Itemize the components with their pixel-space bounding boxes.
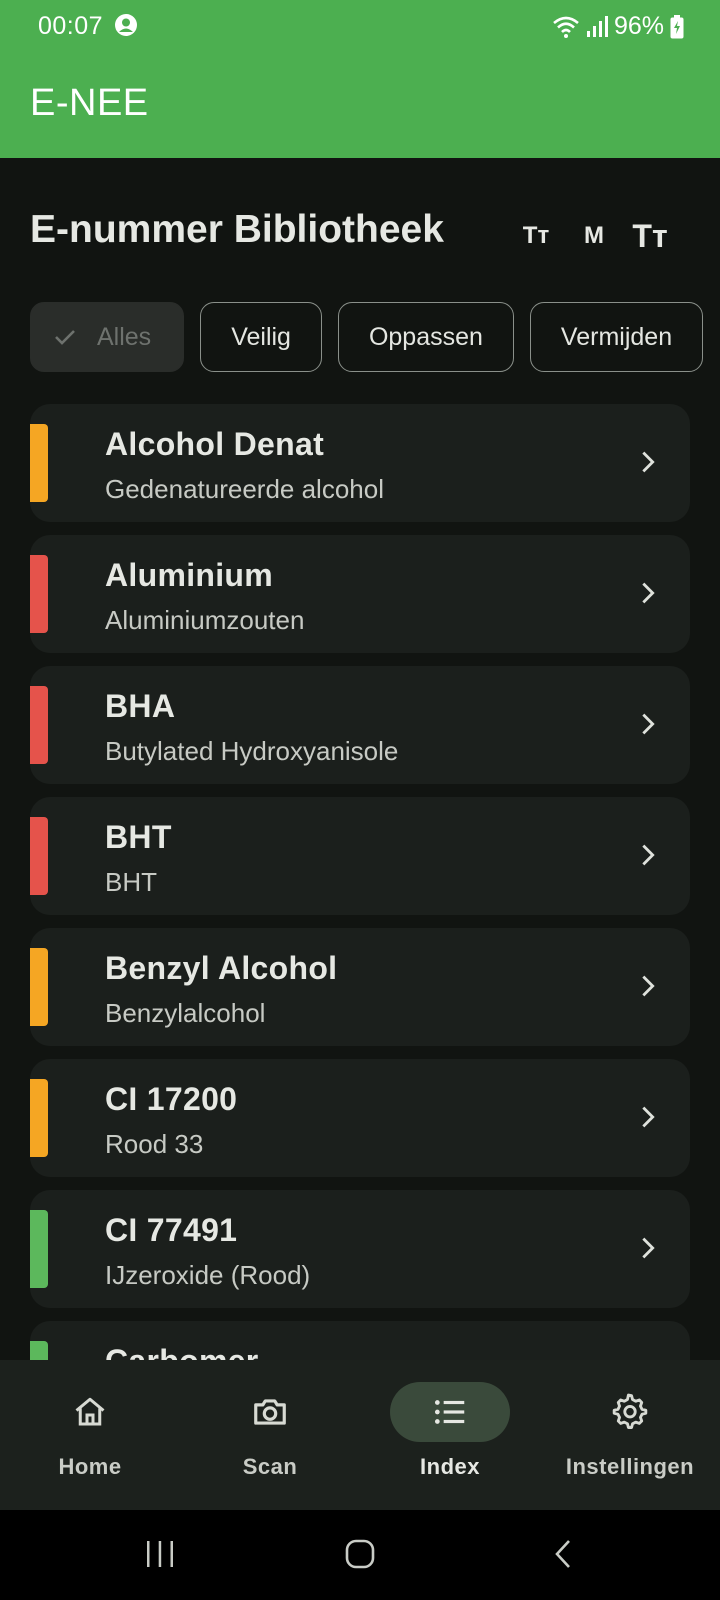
- item-name: Benzyl Alcohol: [105, 950, 338, 986]
- filter-chip-alles[interactable]: Alles: [30, 302, 185, 372]
- list-item[interactable]: BHA Butylated Hydroxyanisole: [30, 666, 690, 784]
- item-subtitle: Aluminiumzouten: [105, 605, 305, 635]
- item-subtitle: Benzylalcohol: [105, 998, 266, 1028]
- text-size-large-icon: Tт: [632, 217, 668, 254]
- filter-chip-label: Alles: [97, 322, 152, 351]
- filter-chip-label: Veilig: [231, 322, 291, 351]
- text-size-medium-label: M: [584, 222, 604, 249]
- recent-apps-icon[interactable]: [144, 1538, 176, 1570]
- item-name: Alcohol Denat: [105, 426, 325, 462]
- camera-icon: [254, 1399, 286, 1425]
- safety-indicator: [30, 686, 48, 764]
- screen: 00:07 96% E-NEE E-nummer Bibliotheek Tт …: [0, 0, 720, 1600]
- list-item[interactable]: Benzyl Alcohol Benzylalcohol: [30, 928, 690, 1046]
- filter-chip-label: Oppassen: [368, 322, 483, 351]
- nav-scan[interactable]: Scan: [180, 1382, 360, 1480]
- decrease-font-button[interactable]: Tт: [512, 212, 560, 260]
- filter-chip-vermijden[interactable]: Vermijden: [529, 302, 704, 372]
- back-icon[interactable]: [548, 1538, 580, 1570]
- filter-chip-label: Vermijden: [560, 322, 673, 351]
- chevron-right-icon: [642, 451, 655, 473]
- safety-indicator: [30, 948, 48, 1026]
- battery-charging-icon: [670, 14, 684, 38]
- signal-icon: [586, 15, 608, 37]
- nav-home[interactable]: Home: [0, 1382, 180, 1480]
- item-name: BHA: [105, 688, 176, 724]
- gear-icon: [612, 1393, 648, 1429]
- safety-indicator: [30, 817, 48, 895]
- nav-instellingen[interactable]: Instellingen: [540, 1382, 720, 1480]
- medium-font-button[interactable]: M: [570, 212, 618, 260]
- check-icon: [55, 330, 75, 345]
- top-app-bar: 00:07 96% E-NEE: [0, 0, 720, 158]
- list-item[interactable]: CI 17200 Rood 33: [30, 1059, 690, 1177]
- filter-chips: Alles Veilig Oppassen Vermijden: [30, 302, 704, 372]
- list-item[interactable]: Alcohol Denat Gedenatureerde alcohol: [30, 404, 690, 522]
- nav-label: Instellingen: [565, 1454, 695, 1479]
- page-title: E-nummer Bibliotheek: [30, 208, 444, 251]
- account-icon: [115, 14, 137, 36]
- app-title: E-NEE: [30, 82, 149, 124]
- status-time: 00:07: [38, 12, 104, 40]
- chevron-right-icon: [642, 713, 655, 735]
- list-icon: [434, 1400, 465, 1424]
- item-subtitle: Gedenatureerde alcohol: [105, 474, 384, 504]
- status-indicators: 96%: [552, 12, 684, 41]
- item-name: Aluminium: [105, 557, 274, 593]
- wifi-icon: [553, 16, 579, 38]
- nav-icon-container: [390, 1382, 510, 1442]
- item-name: BHT: [105, 819, 172, 855]
- item-subtitle: BHT: [105, 867, 157, 897]
- item-subtitle: Rood 33: [105, 1129, 204, 1159]
- nav-index[interactable]: Index: [360, 1382, 540, 1480]
- safety-indicator: [30, 555, 48, 633]
- chevron-right-icon: [642, 1237, 655, 1259]
- item-subtitle: Butylated Hydroxyanisole: [105, 736, 399, 766]
- safety-indicator: [30, 1079, 48, 1157]
- safety-indicator: [30, 424, 48, 502]
- list-item[interactable]: BHT BHT: [30, 797, 690, 915]
- filter-chip-veilig[interactable]: Veilig: [200, 302, 322, 372]
- status-bar: 00:07 96%: [0, 0, 720, 54]
- system-navigation-bar: [0, 1510, 720, 1600]
- filter-chip-oppassen[interactable]: Oppassen: [337, 302, 514, 372]
- increase-font-button[interactable]: Tт: [626, 212, 674, 260]
- font-size-controls: Tт M Tт: [512, 212, 674, 260]
- nav-label: Home: [58, 1454, 122, 1479]
- nav-label: Scan: [242, 1454, 298, 1479]
- item-name: CI 77491: [105, 1212, 238, 1248]
- chevron-right-icon: [642, 844, 655, 866]
- chevron-right-icon: [642, 1106, 655, 1128]
- nav-icon-container: [570, 1382, 690, 1442]
- list-item[interactable]: CI 77491 IJzeroxide (Rood): [30, 1190, 690, 1308]
- chevron-right-icon: [642, 582, 655, 604]
- bottom-navigation: Home Scan Index Instellingen: [0, 1360, 720, 1510]
- item-name: CI 17200: [105, 1081, 238, 1117]
- home-system-icon[interactable]: [344, 1538, 376, 1570]
- battery-percentage: 96%: [613, 12, 664, 40]
- text-size-small-icon: Tт: [522, 222, 550, 249]
- safety-indicator: [30, 1210, 48, 1288]
- list-item[interactable]: Aluminium Aluminiumzouten: [30, 535, 690, 653]
- item-subtitle: IJzeroxide (Rood): [105, 1260, 311, 1290]
- nav-icon-container: [210, 1382, 330, 1442]
- home-icon: [75, 1397, 105, 1426]
- nav-icon-container: [30, 1382, 150, 1442]
- chevron-right-icon: [642, 975, 655, 997]
- ingredient-list: Alcohol Denat Gedenatureerde alcohol Alu…: [30, 404, 690, 1452]
- nav-label: Index: [420, 1454, 480, 1479]
